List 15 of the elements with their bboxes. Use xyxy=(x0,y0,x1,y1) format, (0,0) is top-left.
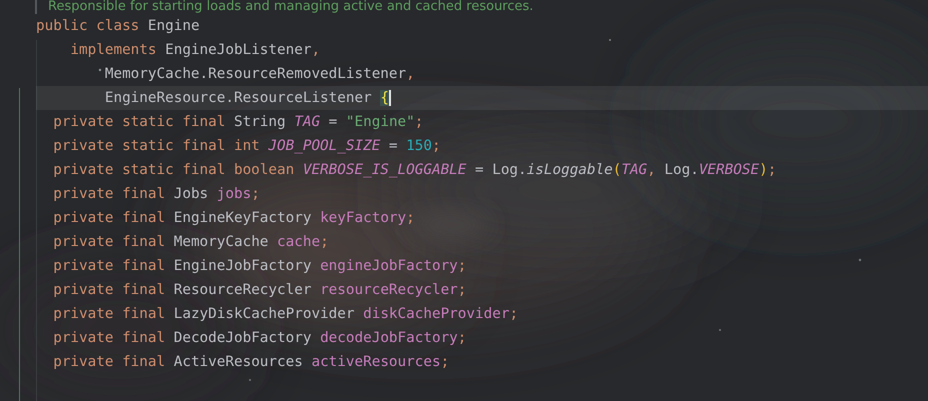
code-line: private final Jobs jobs; xyxy=(52,185,261,204)
code-line: private final LazyDiskCacheProvider diskCacheProvider; xyxy=(52,305,520,324)
code-line: MemoryCache.ResourceRemovedListener, xyxy=(104,65,416,84)
code-line: private static final String TAG = "Engine"; xyxy=(52,113,424,132)
code-line: private final EngineKeyFactory keyFactory; xyxy=(52,209,416,228)
code-line: private final ResourceRecycler resourceRecycler; xyxy=(52,281,468,300)
code-line: implements EngineJobListener, xyxy=(69,41,322,60)
code-line: private final EngineJobFactory engineJobFactory; xyxy=(52,257,468,276)
doc-comment: Responsible for starting loads and managing active and cached resources. xyxy=(48,0,534,14)
code-line: private static final int JOB_POOL_SIZE = 150; xyxy=(52,137,442,156)
code-line: private final MemoryCache cache; xyxy=(52,233,330,252)
code-line: private final ActiveResources activeResources; xyxy=(52,353,450,372)
code-line: private static final boolean VERBOSE_IS_LOGGABLE = Log.isLoggable(TAG, Log.VERBOSE); xyxy=(52,161,778,180)
code-line: public class Engine xyxy=(36,17,201,36)
code-line: private final DecodeJobFactory decodeJobFactory; xyxy=(52,329,468,348)
